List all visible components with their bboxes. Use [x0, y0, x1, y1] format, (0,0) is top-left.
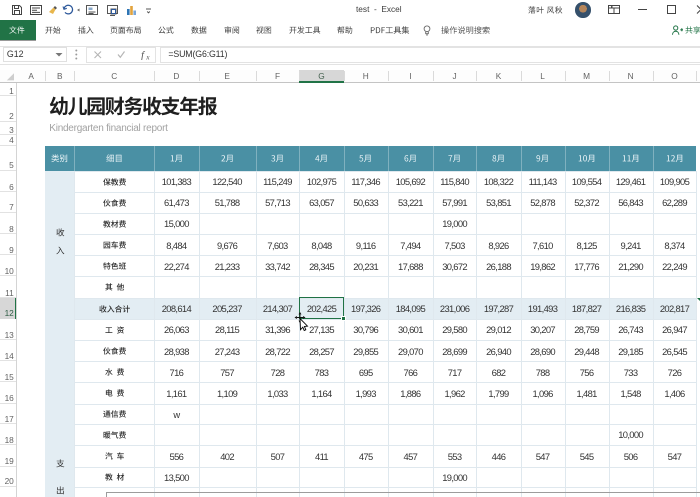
svg-text:x: x [145, 52, 150, 60]
